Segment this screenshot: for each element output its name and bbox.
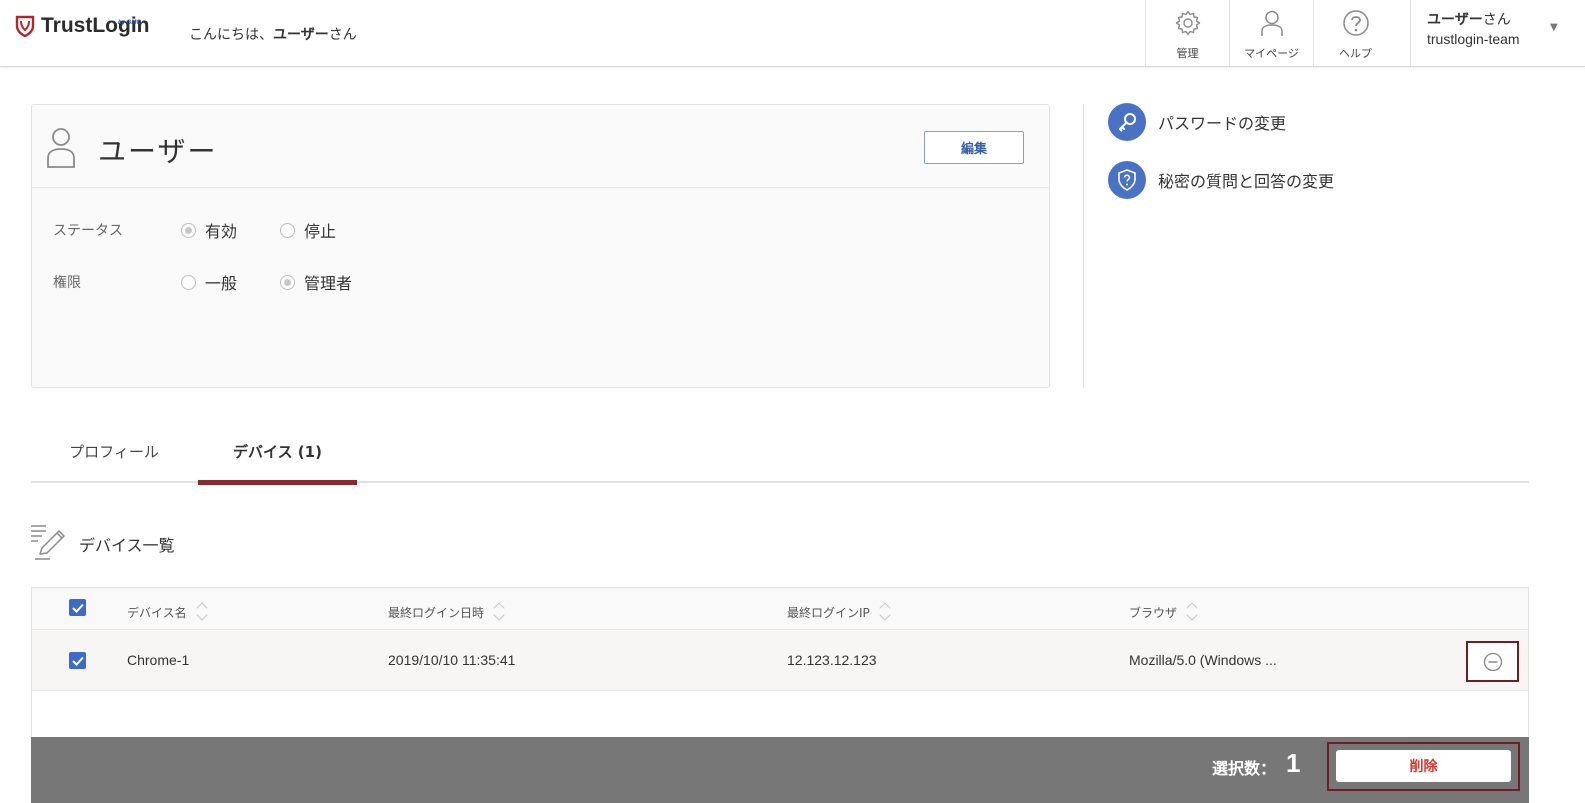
- change-secret-question-label: 秘密の質問と回答の変更: [1158, 172, 1335, 191]
- nav-admin[interactable]: 管理: [1145, 0, 1229, 66]
- tab-devices[interactable]: デバイス (1): [198, 420, 357, 485]
- nav-mypage-label: マイページ: [1244, 47, 1299, 60]
- edit-button[interactable]: 編集: [924, 131, 1024, 164]
- check-icon: [71, 603, 84, 613]
- greeting-text: こんにちは、ユーザーさん: [189, 27, 357, 43]
- sort-icon[interactable]: [493, 601, 505, 623]
- key-icon: [1108, 103, 1146, 141]
- person-icon: [1260, 10, 1283, 36]
- change-password-label: パスワードの変更: [1158, 114, 1287, 133]
- role-admin-radio[interactable]: [280, 274, 295, 290]
- status-label: ステータス: [53, 223, 123, 239]
- app-logo[interactable]: TrustLogin: [15, 14, 150, 38]
- role-general-radio[interactable]: [181, 274, 196, 290]
- user-team: trustlogin-team: [1427, 31, 1520, 47]
- delete-button[interactable]: 削除: [1336, 750, 1511, 782]
- selected-count-label: 選択数：: [1212, 759, 1277, 778]
- status-suspended-option[interactable]: 停止: [280, 218, 336, 242]
- sort-icon[interactable]: [1186, 601, 1198, 623]
- user-name: ユーザーさん: [1427, 12, 1511, 28]
- nav-admin-label: 管理: [1176, 47, 1199, 60]
- user-card: ユーザー 編集 ステータス 有効 停止 権限 一般 管理者: [31, 104, 1050, 388]
- side-divider: [1083, 104, 1084, 388]
- minus-circle-icon: [1483, 652, 1502, 671]
- change-password-link[interactable]: パスワードの変更: [1108, 103, 1286, 141]
- cell-browser: Mozilla/5.0 (Windows ...: [1129, 652, 1277, 668]
- help-icon: [1342, 10, 1369, 36]
- list-edit-icon: [31, 525, 65, 560]
- selected-count-value: 1: [1286, 748, 1301, 778]
- tab-profile[interactable]: プロフィール: [31, 420, 197, 483]
- column-device-name[interactable]: デバイス名: [127, 601, 208, 623]
- shield-question-icon: [1108, 161, 1146, 199]
- tab-bar: プロフィール デバイス (1): [31, 420, 1529, 485]
- role-general-option[interactable]: 一般: [181, 270, 237, 294]
- cell-device-name: Chrome-1: [127, 652, 190, 668]
- row-checkbox[interactable]: [69, 652, 86, 669]
- cell-last-login: 2019/10/10 11:35:41: [388, 652, 516, 668]
- nav-help-label: ヘルプ: [1339, 47, 1372, 60]
- top-header: TrustLogin by GMO こんにちは、ユーザーさん 管理 マイページ …: [0, 0, 1585, 67]
- status-suspended-radio[interactable]: [280, 222, 295, 238]
- change-secret-question-link[interactable]: 秘密の質問と回答の変更: [1108, 161, 1334, 199]
- logo-sub: by GMO: [118, 20, 142, 26]
- select-all-checkbox[interactable]: [69, 599, 86, 616]
- sort-icon[interactable]: [196, 601, 208, 623]
- logo-text: TrustLogin: [41, 14, 150, 37]
- user-icon: [47, 128, 75, 168]
- user-menu[interactable]: ユーザーさん trustlogin-team ▼: [1410, 0, 1585, 66]
- table-row[interactable]: Chrome-1 2019/10/10 11:35:41 12.123.12.1…: [32, 631, 1528, 691]
- user-card-header: ユーザー 編集: [32, 105, 1049, 188]
- sort-icon[interactable]: [879, 601, 891, 623]
- column-last-login[interactable]: 最終ログイン日時: [388, 601, 505, 623]
- column-browser[interactable]: ブラウザ: [1129, 601, 1198, 623]
- status-active-radio[interactable]: [181, 222, 196, 238]
- card-title: ユーザー: [98, 135, 218, 168]
- device-list-title: デバイス一覧: [79, 536, 175, 555]
- caret-down-icon: ▼: [1550, 22, 1558, 33]
- status-active-option[interactable]: 有効: [181, 218, 237, 242]
- table-header: デバイス名 最終ログイン日時 最終ログインIP ブラウザ: [32, 588, 1528, 630]
- remove-row-button[interactable]: [1466, 641, 1519, 682]
- selection-footer: 選択数： 1 削除: [31, 737, 1529, 803]
- column-last-ip[interactable]: 最終ログインIP: [787, 601, 891, 623]
- role-label: 権限: [53, 275, 81, 291]
- shield-logo-icon: [15, 15, 35, 37]
- gear-icon: [1175, 10, 1200, 36]
- nav-mypage[interactable]: マイページ: [1229, 0, 1313, 66]
- nav-help[interactable]: ヘルプ: [1313, 0, 1397, 66]
- cell-last-ip: 12.123.12.123: [787, 652, 877, 668]
- role-admin-option[interactable]: 管理者: [280, 270, 352, 294]
- check-icon: [71, 656, 84, 666]
